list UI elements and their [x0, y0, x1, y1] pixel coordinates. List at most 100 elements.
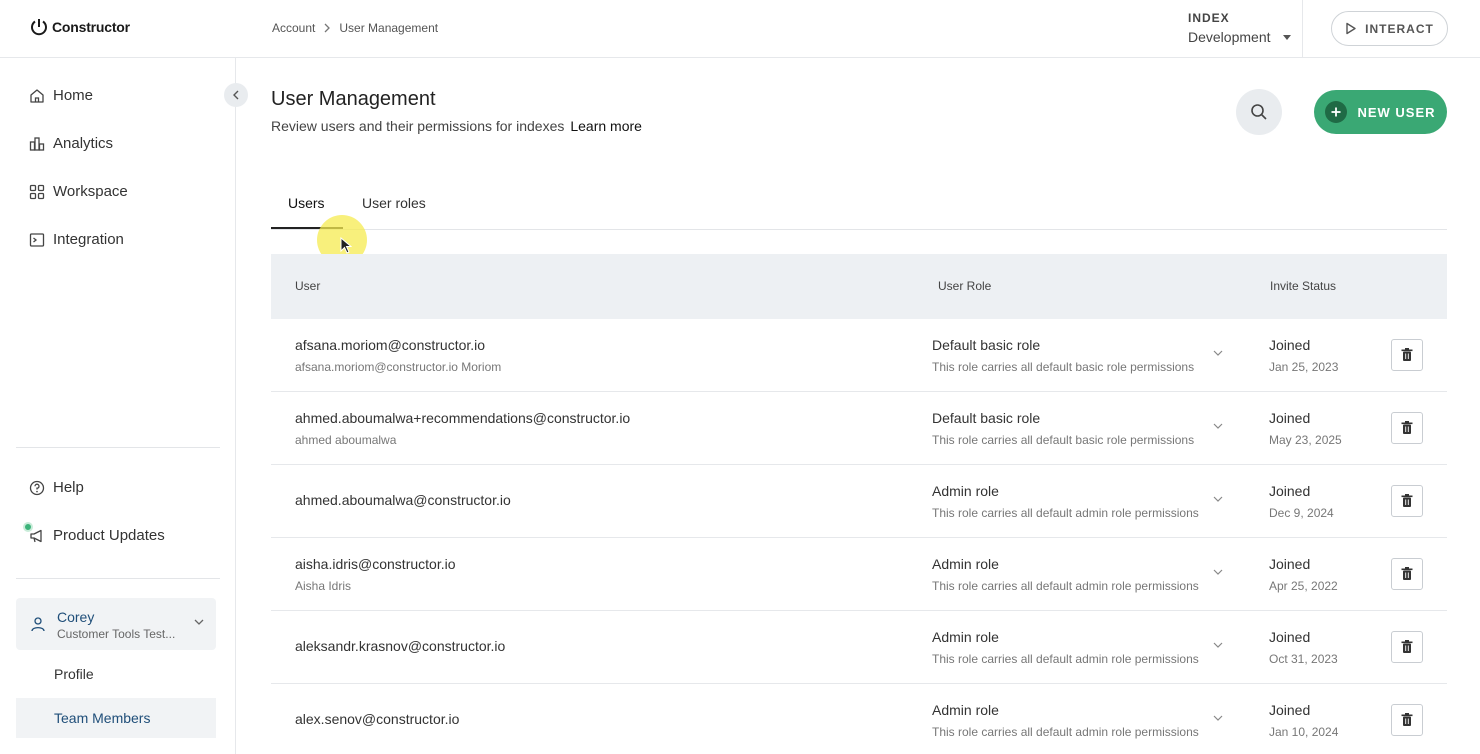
- trash-icon: [1401, 494, 1413, 507]
- plus-icon: [1325, 101, 1348, 123]
- user-name: Corey: [57, 609, 95, 625]
- invite-date: May 23, 2025: [1269, 433, 1342, 447]
- sidebar-divider: [16, 447, 220, 448]
- mouse-pointer-icon: [340, 237, 352, 254]
- index-selector[interactable]: INDEX Development: [1188, 11, 1291, 45]
- trash-icon: [1401, 640, 1413, 653]
- index-label: INDEX: [1188, 11, 1230, 25]
- sidebar-item-home[interactable]: Home: [29, 87, 93, 104]
- role-description: This role carries all default basic role…: [932, 360, 1195, 374]
- tab-user-roles[interactable]: User roles: [362, 195, 426, 211]
- user-email: afsana.moriom@constructor.io: [295, 337, 486, 353]
- sidebar-item-label: Team Members: [54, 710, 151, 726]
- table-row: ahmed.aboumalwa@constructor.io Admin rol…: [271, 465, 1447, 538]
- help-icon: [29, 480, 45, 495]
- logo[interactable]: Constructor: [29, 17, 130, 37]
- page-subtitle: Review users and their permissions for i…: [271, 118, 642, 134]
- user-full-name: ahmed aboumalwa: [295, 433, 397, 447]
- chevron-down-icon[interactable]: [1213, 495, 1223, 503]
- top-bar: Constructor Account User Management INDE…: [0, 0, 1480, 58]
- user-email: alex.senov@constructor.io: [295, 711, 460, 727]
- column-header-user: User: [295, 279, 321, 293]
- role-description: This role carries all default basic role…: [932, 433, 1195, 447]
- home-icon: [30, 88, 44, 103]
- chevron-down-icon[interactable]: [1213, 568, 1223, 576]
- trash-icon: [1401, 348, 1413, 361]
- role-description: This role carries all default admin role…: [932, 652, 1199, 666]
- trash-icon: [1401, 713, 1413, 726]
- sidebar-item-analytics[interactable]: Analytics: [29, 135, 113, 152]
- sidebar-item-workspace[interactable]: Workspace: [29, 183, 128, 200]
- role-select[interactable]: Default basic role: [932, 410, 1040, 426]
- sidebar-item-team-members[interactable]: Team Members: [16, 698, 216, 738]
- subtitle-text: Review users and their permissions for i…: [271, 118, 565, 134]
- user-org: Customer Tools Test...: [57, 627, 176, 641]
- trash-icon: [1401, 567, 1413, 580]
- role-select[interactable]: Admin role: [932, 702, 999, 718]
- sidebar-item-integration[interactable]: Integration: [29, 231, 124, 248]
- table-row: ahmed.aboumalwa+recommendations@construc…: [271, 392, 1447, 465]
- delete-user-button[interactable]: [1391, 704, 1423, 736]
- role-select[interactable]: Admin role: [932, 556, 999, 572]
- delete-user-button[interactable]: [1391, 339, 1423, 371]
- sidebar-item-product-updates[interactable]: Product Updates: [29, 527, 165, 544]
- sidebar-item-label: Analytics: [53, 135, 114, 152]
- table-row: aleksandr.krasnov@constructor.io Admin r…: [271, 611, 1447, 684]
- users-table: User User Role Invite Status afsana.mori…: [271, 254, 1447, 754]
- sidebar-item-profile[interactable]: Profile: [16, 654, 216, 694]
- user-account-menu[interactable]: Corey Customer Tools Test...: [16, 598, 216, 650]
- table-header: User User Role Invite Status: [271, 254, 1447, 319]
- delete-user-button[interactable]: [1391, 412, 1423, 444]
- user-email: aleksandr.krasnov@constructor.io: [295, 638, 506, 654]
- chevron-down-icon[interactable]: [1213, 349, 1223, 357]
- interact-button[interactable]: INTERACT: [1331, 11, 1448, 46]
- collapse-sidebar-button[interactable]: [224, 83, 248, 107]
- sidebar-item-label: Help: [53, 479, 84, 496]
- user-full-name: afsana.moriom@constructor.io Moriom: [295, 360, 502, 374]
- delete-user-button[interactable]: [1391, 485, 1423, 517]
- play-icon: [1346, 22, 1356, 35]
- role-select[interactable]: Admin role: [932, 629, 999, 645]
- invite-date: Jan 25, 2023: [1269, 360, 1339, 374]
- chevron-right-icon: [324, 23, 331, 33]
- invite-status: Joined: [1269, 337, 1311, 353]
- breadcrumb-current: User Management: [339, 21, 439, 35]
- chevron-down-icon[interactable]: [1213, 714, 1223, 722]
- trash-icon: [1401, 421, 1413, 434]
- chevron-down-icon[interactable]: [1213, 422, 1223, 430]
- topbar-divider: [1302, 0, 1303, 58]
- learn-more-link[interactable]: Learn more: [570, 118, 642, 134]
- integration-icon: [29, 232, 45, 247]
- user-full-name: Aisha Idris: [295, 579, 352, 593]
- notification-dot: [23, 522, 33, 532]
- role-description: This role carries all default admin role…: [932, 579, 1199, 593]
- search-button[interactable]: [1236, 89, 1282, 135]
- page-title: User Management: [271, 88, 436, 110]
- sidebar-item-label: Integration: [53, 231, 124, 248]
- delete-user-button[interactable]: [1391, 558, 1423, 590]
- delete-user-button[interactable]: [1391, 631, 1423, 663]
- sidebar-item-label: Profile: [54, 666, 94, 682]
- sidebar-item-label: Product Updates: [53, 527, 165, 544]
- breadcrumb-account[interactable]: Account: [272, 21, 315, 35]
- chevron-down-icon[interactable]: [1213, 641, 1223, 649]
- role-select[interactable]: Admin role: [932, 483, 999, 499]
- sidebar-item-help[interactable]: Help: [29, 479, 84, 496]
- invite-status: Joined: [1269, 483, 1311, 499]
- invite-date: Apr 25, 2022: [1269, 579, 1338, 593]
- interact-label: INTERACT: [1365, 21, 1434, 36]
- sidebar-divider: [16, 578, 220, 579]
- analytics-icon: [29, 136, 45, 151]
- table-row: aisha.idris@constructor.io Aisha Idris A…: [271, 538, 1447, 611]
- workspace-icon: [29, 184, 45, 199]
- user-icon: [31, 617, 45, 632]
- role-description: This role carries all default admin role…: [932, 506, 1199, 520]
- index-value: Development: [1188, 29, 1271, 45]
- new-user-button[interactable]: NEW USER: [1314, 90, 1447, 134]
- table-row: afsana.moriom@constructor.io afsana.mori…: [271, 319, 1447, 392]
- tab-users[interactable]: Users: [288, 195, 325, 211]
- chevron-down-icon: [194, 619, 204, 625]
- column-header-user-role: User Role: [938, 279, 992, 293]
- role-select[interactable]: Default basic role: [932, 337, 1040, 353]
- tab-bar: Users User roles: [271, 190, 1447, 230]
